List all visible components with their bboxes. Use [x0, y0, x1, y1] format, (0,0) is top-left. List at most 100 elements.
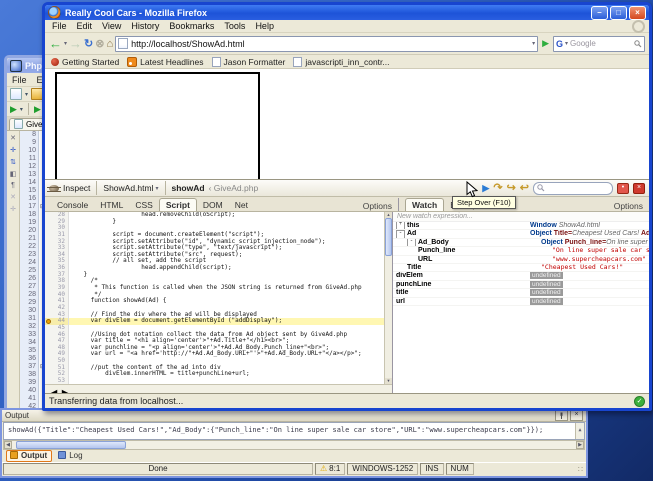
line-number[interactable]: 36 — [45, 265, 69, 272]
script-line[interactable]: 29 } — [45, 219, 392, 226]
menu-tools[interactable]: Tools — [219, 20, 250, 32]
url-bar[interactable]: http://localhost/ShowAd.html ▾ — [115, 36, 538, 52]
watch-row[interactable]: Punch_line"On line super sale car store" — [393, 247, 649, 255]
firebug-tab-dom[interactable]: DOM — [197, 199, 229, 211]
line-number[interactable]: 39 — [20, 379, 39, 387]
line-number[interactable]: 51 — [45, 365, 69, 372]
paragraph-icon[interactable]: ¶ — [11, 182, 15, 189]
line-number[interactable]: 46 — [45, 332, 69, 339]
search-bar[interactable]: G▾ Google — [553, 36, 645, 52]
minimize-button[interactable]: – — [591, 6, 608, 20]
line-number[interactable]: 23 — [20, 251, 39, 259]
line-number[interactable]: 19 — [20, 219, 39, 227]
reload-button[interactable]: ↻ — [84, 37, 93, 51]
firebug-tab-script[interactable]: Script — [159, 198, 197, 211]
script-horizontal-scrollbar[interactable]: ◀ ▶ — [45, 384, 392, 393]
watch-row[interactable]: -AdObject Title=Cheapest Used Cars! Ad_B… — [393, 230, 649, 238]
new-file-icon[interactable] — [10, 88, 22, 100]
line-number[interactable]: 30 — [20, 307, 39, 315]
firebug-search-input[interactable] — [533, 182, 613, 195]
engine-dropdown-icon[interactable]: ▾ — [565, 40, 568, 47]
options-dropdown-left[interactable]: Options — [363, 201, 398, 211]
search-placeholder[interactable]: Google — [570, 39, 632, 48]
line-number[interactable]: 44 — [45, 318, 69, 325]
scroll-thumb[interactable] — [385, 218, 392, 256]
line-number[interactable]: 52 — [45, 371, 69, 378]
menu-file[interactable]: File — [47, 20, 72, 32]
new-watch-expression-input[interactable]: New watch expression... — [393, 212, 649, 222]
step-over-button[interactable]: ↷ — [493, 182, 502, 194]
script-line[interactable]: 52 divElem.innerHTML = title+punchLine+u… — [45, 371, 392, 378]
firefox-window[interactable]: Really Cool Cars - Mozilla Firefox – □ ×… — [42, 2, 652, 411]
close-icon[interactable]: ✕ — [10, 134, 16, 142]
bookmark-item[interactable]: Latest Headlines — [127, 57, 203, 67]
scroll-thumb[interactable] — [16, 441, 126, 449]
line-number[interactable]: 39 — [45, 285, 69, 292]
line-number[interactable]: 49 — [45, 351, 69, 358]
step-out-button[interactable]: ↩ — [520, 182, 529, 194]
bookmark-item[interactable]: javascripti_inn_contr... — [293, 57, 389, 67]
watch-row[interactable]: -Ad_BodyObject Punch_line=On line super … — [393, 239, 649, 247]
resize-grip[interactable]: ∷ — [578, 465, 584, 474]
close-button[interactable]: × — [629, 6, 646, 20]
line-number[interactable]: 11 — [20, 155, 39, 163]
close-icon[interactable]: × — [570, 410, 583, 421]
line-number[interactable]: 50 — [45, 358, 69, 365]
output-vertical-scrollbar[interactable]: ▲▼ — [575, 423, 584, 439]
script-line[interactable]: 36 head.appendChild(script); — [45, 265, 392, 272]
menu-history[interactable]: History — [126, 20, 164, 32]
phped-menu-file[interactable]: File — [7, 74, 32, 86]
back-history-dropdown[interactable]: ▾ — [64, 40, 67, 47]
add-watch-icon[interactable]: ✛ — [10, 146, 16, 154]
pane-icon[interactable]: ◧ — [10, 170, 17, 178]
output-tab-log[interactable]: Log — [54, 450, 87, 462]
output-titlebar[interactable]: Output × — [2, 410, 586, 422]
line-number[interactable]: 48 — [45, 345, 69, 352]
script-pane[interactable]: 28 head.removeChild(oScript);29 }3031 sc… — [45, 212, 393, 393]
expand-icon[interactable]: + — [396, 222, 405, 229]
line-number[interactable]: 12 — [20, 163, 39, 171]
maximize-button[interactable]: □ — [610, 6, 627, 20]
step-icon[interactable]: ⇅ — [10, 158, 16, 166]
step-into-button[interactable]: ↪ — [507, 182, 516, 194]
dim-add-icon[interactable]: ✛ — [10, 205, 16, 213]
url-text[interactable]: http://localhost/ShowAd.html — [131, 39, 245, 49]
menu-edit[interactable]: Edit — [72, 20, 98, 32]
script-line[interactable]: 41 function showAd(Ad) { — [45, 298, 392, 305]
menu-bookmarks[interactable]: Bookmarks — [164, 20, 219, 32]
script-file-dropdown[interactable]: ShowAd.html▾ — [103, 183, 158, 193]
output-tab-output[interactable]: Output — [6, 450, 52, 462]
breakpoint-icon[interactable] — [46, 319, 51, 324]
forward-button[interactable]: → — [69, 37, 82, 51]
line-number[interactable]: 29 — [45, 219, 69, 226]
firebug-close-button[interactable]: × — [633, 183, 645, 194]
line-number[interactable]: 20 — [20, 227, 39, 235]
line-number[interactable]: 37 — [20, 363, 39, 371]
firebug-status-ok-icon[interactable]: ✓ — [634, 396, 645, 407]
line-number[interactable]: 33 — [20, 331, 39, 339]
watch-row[interactable]: Title"Cheapest Used Cars!" — [393, 264, 649, 272]
line-number[interactable]: 37 — [45, 272, 69, 279]
line-number[interactable]: 40 — [45, 292, 69, 299]
firefox-titlebar[interactable]: Really Cool Cars - Mozilla Firefox – □ × — [45, 5, 649, 20]
line-number[interactable]: 30 — [45, 225, 69, 232]
output-text[interactable]: showAd({"Title":"Cheapest Used Cars!","A… — [3, 422, 585, 440]
firebug-minimize-button[interactable]: • — [617, 183, 629, 194]
line-number[interactable]: 31 — [45, 232, 69, 239]
line-number[interactable]: 28 — [20, 291, 39, 299]
options-dropdown-right[interactable]: Options — [614, 201, 649, 211]
back-button[interactable]: ← — [49, 37, 62, 51]
line-number[interactable]: 38 — [45, 278, 69, 285]
line-number[interactable]: 36 — [20, 355, 39, 363]
line-number[interactable]: 43 — [45, 312, 69, 319]
line-number[interactable]: 41 — [45, 298, 69, 305]
line-number[interactable]: 34 — [20, 339, 39, 347]
line-number[interactable]: 15 — [20, 187, 39, 195]
line-number[interactable]: 10 — [20, 147, 39, 155]
debug-run-icon[interactable]: ▶ — [34, 104, 41, 114]
collapse-icon[interactable]: - — [396, 230, 405, 237]
output-horizontal-scrollbar[interactable]: ◀ ▶ — [3, 440, 585, 450]
line-number[interactable]: 13 — [20, 171, 39, 179]
line-number[interactable]: 29 — [20, 299, 39, 307]
menu-view[interactable]: View — [97, 20, 126, 32]
